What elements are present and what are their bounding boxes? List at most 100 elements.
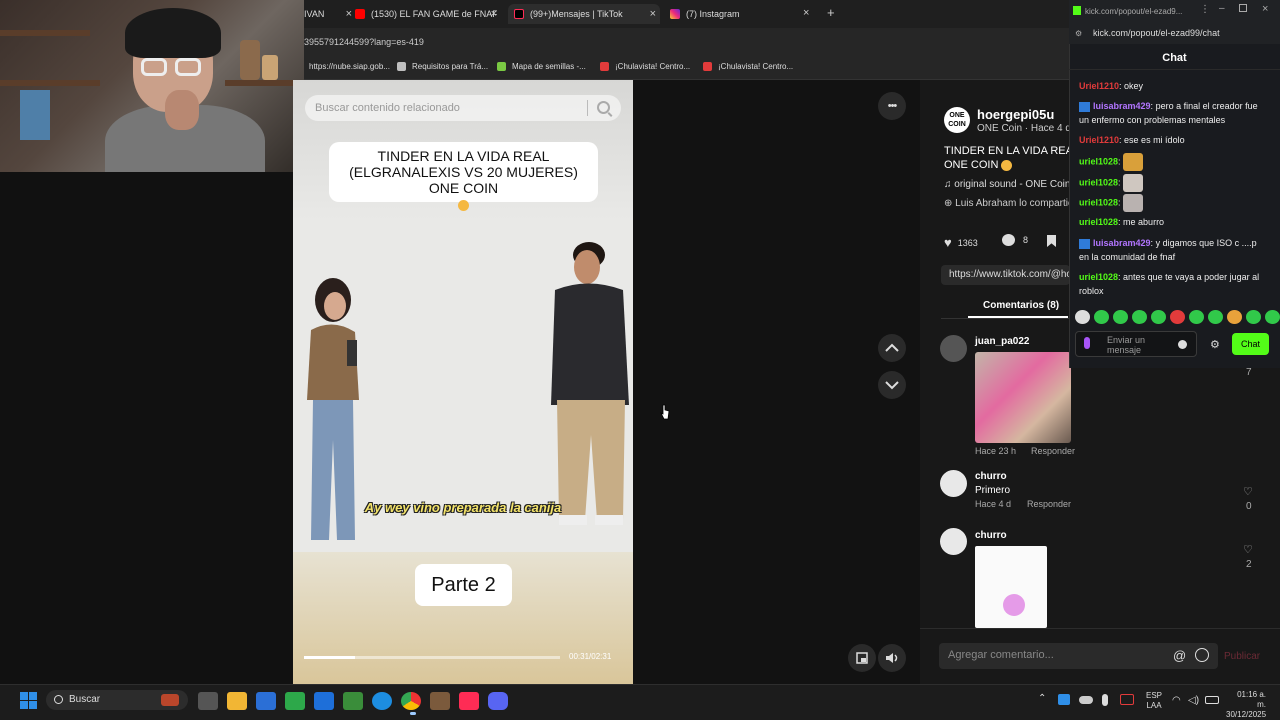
emote-icon[interactable]: [1113, 310, 1128, 324]
app-icon[interactable]: [430, 692, 450, 710]
settings-gear-icon[interactable]: ⚙: [1210, 338, 1220, 351]
close-tab-icon[interactable]: ×: [803, 7, 809, 19]
cloud-icon[interactable]: [1079, 696, 1093, 704]
minecraft-icon[interactable]: [343, 692, 363, 710]
tab-comments[interactable]: Comentarios (8): [983, 300, 1059, 311]
minimize-icon[interactable]: –: [1219, 3, 1225, 14]
chat-message-input[interactable]: Enviar un mensaje: [1075, 331, 1197, 357]
next-video-button[interactable]: [878, 371, 906, 399]
avatar[interactable]: [940, 335, 967, 362]
wifi-icon[interactable]: ◠: [1172, 695, 1181, 706]
volume-icon[interactable]: ◁): [1188, 695, 1199, 706]
edge-icon[interactable]: [372, 692, 392, 710]
active-app-indicator: [410, 712, 416, 715]
heart-icon[interactable]: ♡: [1243, 485, 1253, 498]
bookmark-item[interactable]: ¡Chulavista! Centro...: [600, 62, 690, 71]
pip-button[interactable]: [848, 644, 876, 672]
emote-icon[interactable]: [1265, 310, 1280, 324]
close-tab-icon[interactable]: ×: [491, 8, 497, 20]
chrome-icon[interactable]: [401, 692, 421, 710]
chat-message: luisabram429: pero a final el creador fu…: [1079, 101, 1258, 125]
emoji-icon[interactable]: [1195, 648, 1209, 662]
mention-icon[interactable]: @: [1173, 648, 1186, 663]
comment-username[interactable]: churro: [975, 530, 1007, 541]
discord-icon[interactable]: [488, 692, 508, 710]
sound-row[interactable]: ♫ original sound - ONE Coin: [944, 179, 1070, 190]
clock[interactable]: 01:16 a. m. 30/12/2025: [1226, 690, 1266, 720]
webcam-overlay: [0, 0, 304, 172]
microphone-icon[interactable]: [1102, 694, 1108, 706]
avatar[interactable]: [940, 470, 967, 497]
related-search-input[interactable]: Buscar contenido relacionado: [305, 95, 621, 121]
reply-button[interactable]: Responder: [1027, 499, 1071, 509]
search-icon[interactable]: [597, 101, 610, 114]
reply-button[interactable]: Responder: [1031, 446, 1075, 456]
emote-icon[interactable]: [1208, 310, 1223, 324]
bookmark-item[interactable]: Mapa de semillas -...: [497, 62, 586, 71]
comment-text: Primero: [975, 485, 1011, 496]
comment-image[interactable]: [975, 546, 1047, 628]
emote-icon[interactable]: [1151, 310, 1166, 324]
emote-icon[interactable]: [1246, 310, 1261, 324]
maximize-icon[interactable]: [1239, 4, 1247, 12]
emote-icon[interactable]: [1094, 310, 1109, 324]
kick-url-bar[interactable]: ⚙ kick.com/popout/el-ezad99/chat: [1069, 22, 1280, 44]
send-chat-button[interactable]: Chat: [1232, 333, 1269, 355]
creator-avatar[interactable]: ONE COIN: [944, 107, 970, 133]
tab-title: IVAN: [304, 9, 325, 19]
xbox-icon[interactable]: [285, 692, 305, 710]
close-window-icon[interactable]: ×: [1262, 3, 1268, 15]
emote-icon[interactable]: [1132, 310, 1147, 324]
video-title-line: TINDER EN LA VIDA REAL: [377, 148, 550, 164]
address-bar[interactable]: 3955791244599?lang=es-419: [300, 28, 1070, 54]
publish-button[interactable]: Publicar: [1224, 651, 1260, 662]
bookmark-item[interactable]: ¡Chulavista! Centro...: [703, 62, 793, 71]
previous-video-button[interactable]: [878, 334, 906, 362]
video-progress-fill: [304, 656, 356, 659]
emoji-icon[interactable]: [1178, 340, 1187, 349]
video-figure-woman: [307, 278, 359, 540]
tray-icon[interactable]: [1058, 694, 1070, 705]
tray-app-icon[interactable]: [1120, 694, 1134, 705]
browser-tab[interactable]: (7) Instagram: [670, 4, 812, 24]
emote-icon[interactable]: [1170, 310, 1185, 324]
comment-username[interactable]: juan_pa022: [975, 336, 1029, 347]
more-options-button[interactable]: •••: [878, 92, 906, 120]
tab-title: (7) Instagram: [686, 9, 740, 19]
avatar[interactable]: [940, 528, 967, 555]
emote-icon[interactable]: [1189, 310, 1204, 324]
window-menu-icon[interactable]: ⋮: [1200, 4, 1210, 15]
windows-start-icon[interactable]: [20, 692, 37, 709]
store-icon[interactable]: [256, 692, 276, 710]
emote-icon[interactable]: [1227, 310, 1242, 324]
heart-icon[interactable]: ♡: [1243, 543, 1253, 556]
chevron-up-icon[interactable]: ⌃: [1038, 693, 1046, 704]
creator-username[interactable]: hoergepi05u: [977, 107, 1054, 122]
task-view-icon[interactable]: [198, 692, 218, 710]
app-icon[interactable]: [314, 692, 334, 710]
file-explorer-icon[interactable]: [227, 692, 247, 710]
tiktok-icon[interactable]: [459, 692, 479, 710]
emote-icon[interactable]: [1075, 310, 1090, 324]
microphone-icon[interactable]: [1084, 337, 1090, 349]
like-button[interactable]: ♥ 1363: [944, 235, 978, 250]
taskbar-search-box[interactable]: Buscar: [46, 690, 188, 710]
video-link-field[interactable]: https://www.tiktok.com/@ho: [941, 265, 1070, 285]
site-info-icon[interactable]: ⚙: [1075, 29, 1082, 38]
comment-image[interactable]: [975, 352, 1071, 443]
close-tab-icon[interactable]: ×: [650, 8, 656, 20]
browser-tab-active[interactable]: (99+)Mensajes | TikTok ×: [508, 4, 660, 24]
bookmark-item[interactable]: Requisitos para Trá...: [397, 62, 488, 71]
bookmark-item[interactable]: https://nube.siap.gob...: [309, 62, 390, 71]
keyboard-language[interactable]: ESP LAA: [1146, 691, 1162, 711]
close-tab-icon[interactable]: ×: [346, 8, 352, 20]
comment-username[interactable]: churro: [975, 471, 1007, 482]
bookmark-icon: [397, 62, 406, 71]
browser-tab[interactable]: (1530) EL FAN GAME de FNAF ×: [355, 4, 497, 24]
comment-count-button[interactable]: 8: [1002, 234, 1028, 246]
volume-button[interactable]: [878, 644, 906, 672]
emote-icon: [1123, 153, 1144, 171]
browser-tab[interactable]: IVAN ×: [304, 4, 352, 24]
battery-icon[interactable]: [1205, 696, 1219, 704]
new-tab-button[interactable]: +: [827, 5, 835, 20]
